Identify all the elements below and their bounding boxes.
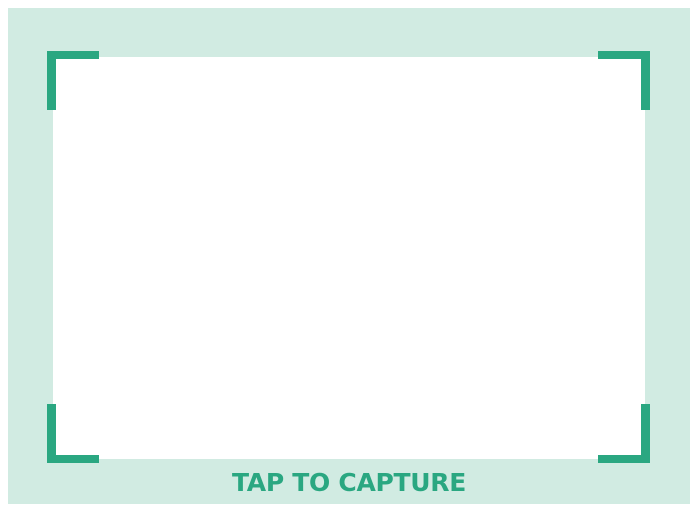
tap-to-capture-label[interactable]: TAP TO CAPTURE — [8, 466, 690, 500]
camera-viewfinder[interactable] — [53, 57, 645, 459]
viewfinder-corner-top-right — [598, 51, 650, 110]
capture-frame[interactable]: TAP TO CAPTURE — [8, 8, 690, 504]
viewfinder-corner-bottom-left — [47, 404, 99, 463]
viewfinder-corner-top-left — [47, 51, 99, 110]
viewfinder-corner-bottom-right — [598, 404, 650, 463]
